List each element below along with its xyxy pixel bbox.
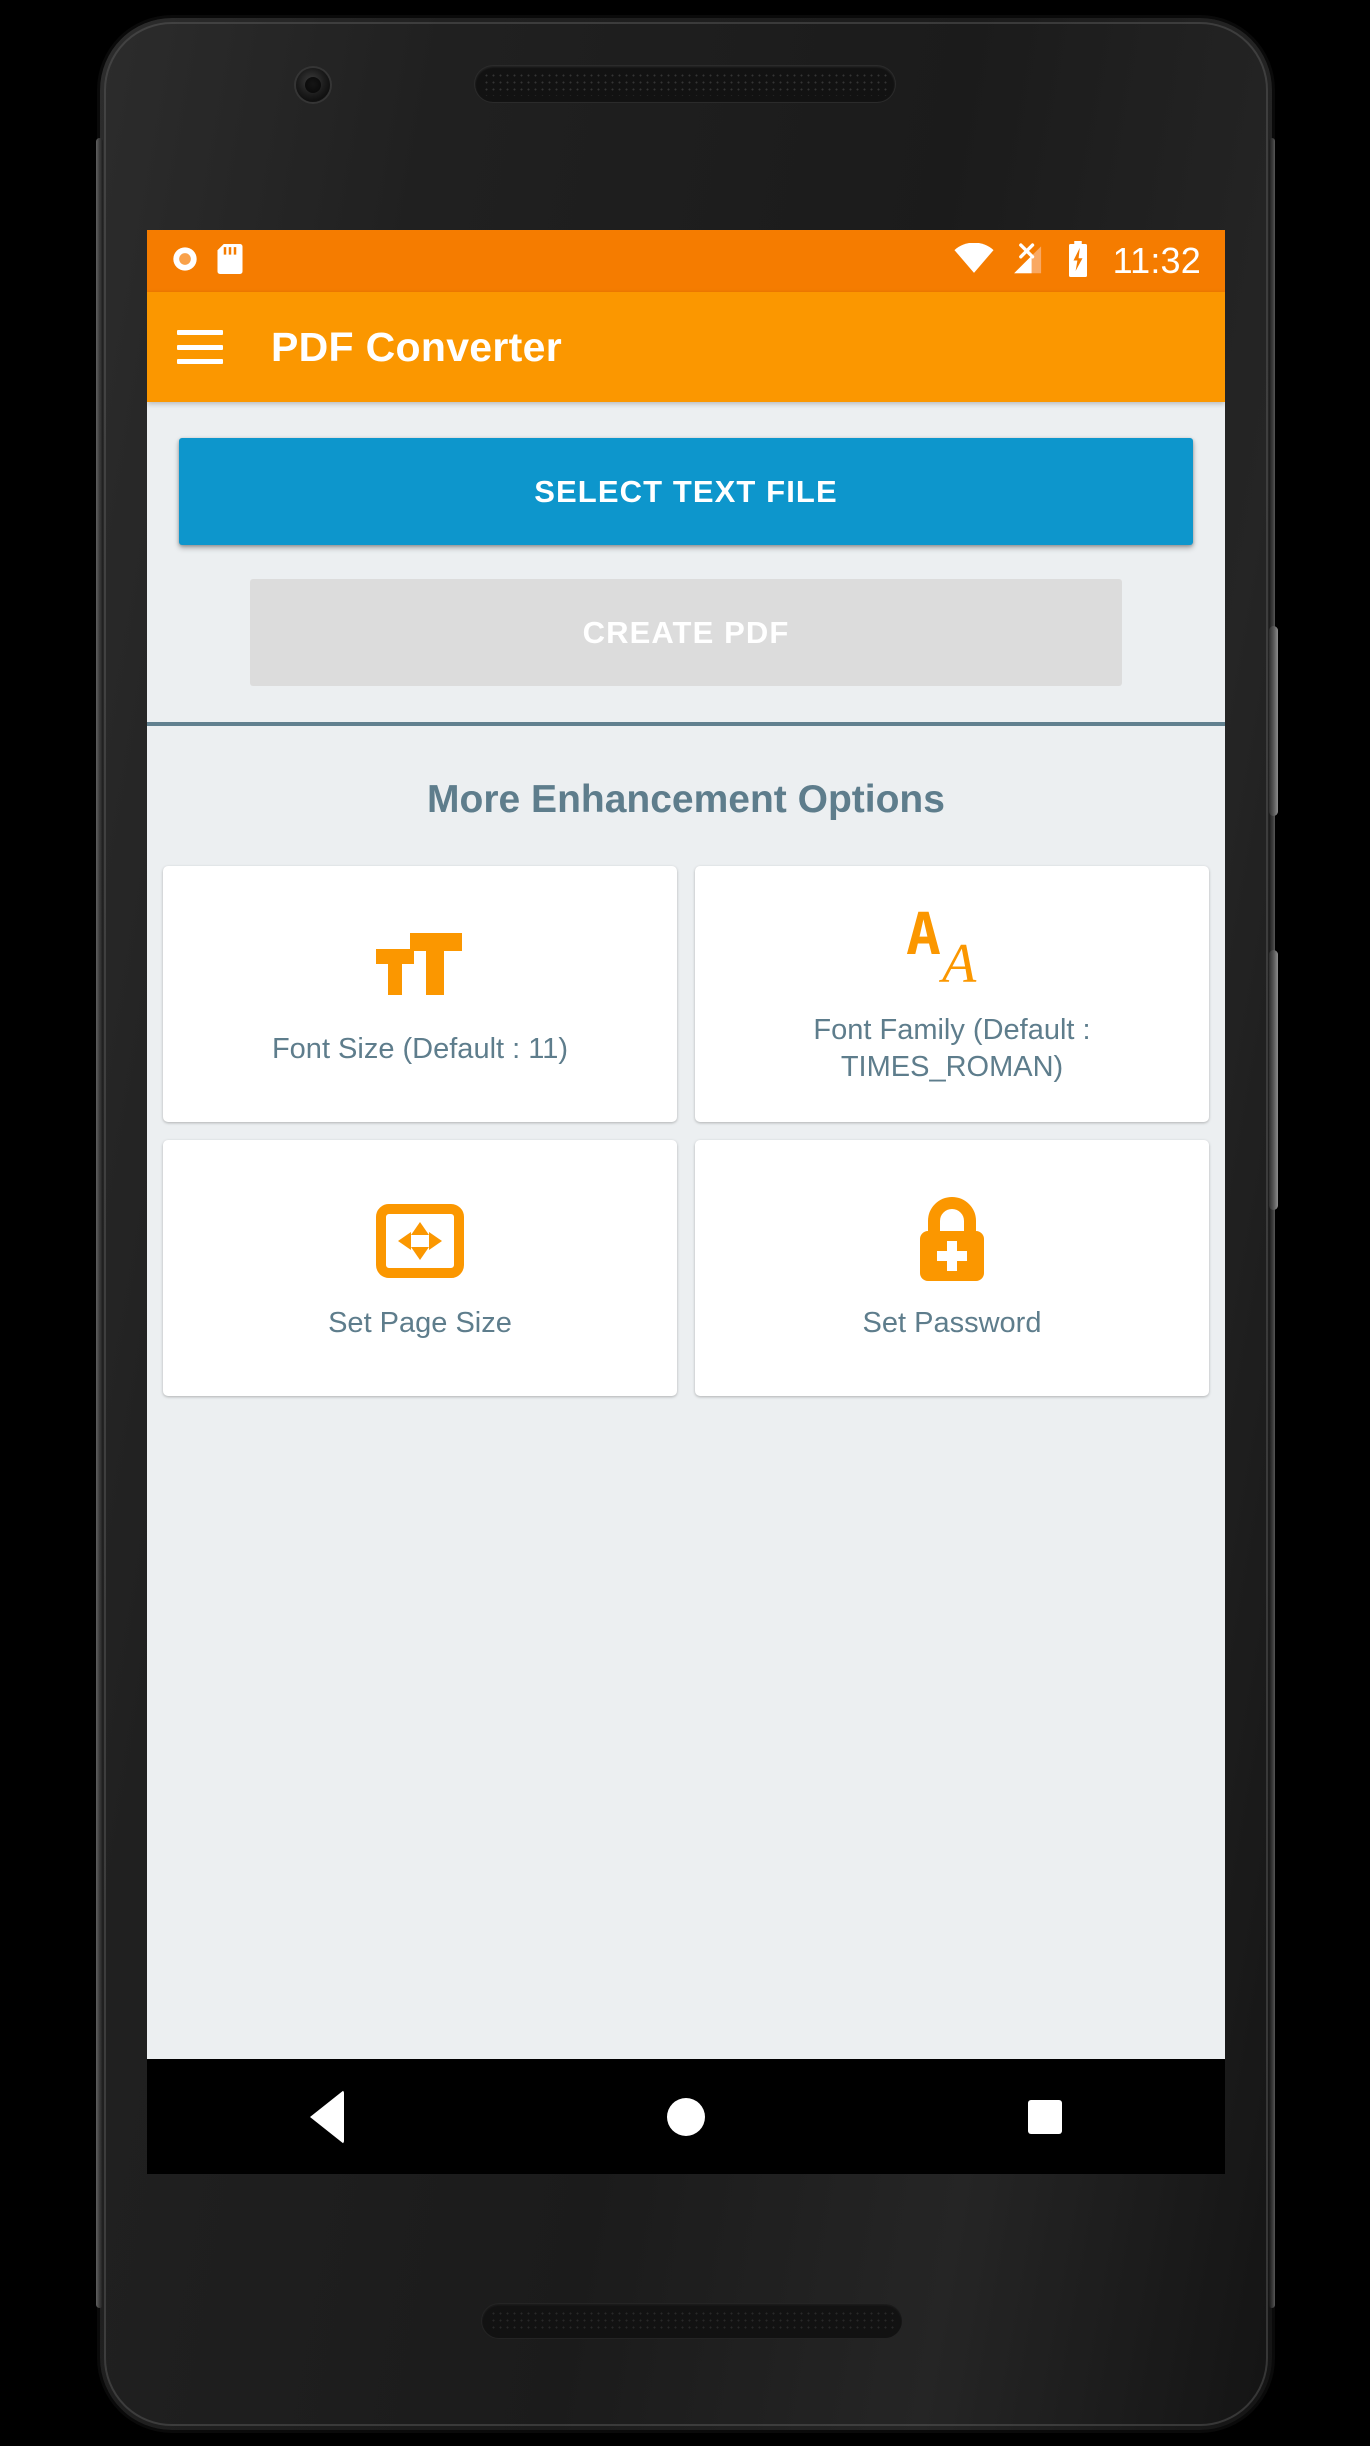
back-triangle-icon [309,2089,344,2144]
phone-device-frame: 11:32 PDF Converter SELECT TEXT FILE CRE… [96,18,1278,2430]
option-card-font-family[interactable]: A A Font Family (Default : TIMES_ROMAN) [695,866,1209,1122]
record-circle-icon [171,245,199,278]
frame-edge-left [96,138,103,2308]
create-pdf-button[interactable]: CREATE PDF [249,579,1123,686]
option-label: Font Size (Default : 11) [271,1032,569,1065]
battery-charging-icon [1066,240,1090,282]
page-title: PDF Converter [271,323,562,370]
hamburger-bar-3 [177,359,223,364]
option-card-font-size[interactable]: Font Size (Default : 11) [163,866,677,1122]
section-heading: More Enhancement Options [427,778,945,821]
nav-back-button[interactable] [247,2059,407,2174]
hamburger-bar-2 [177,344,223,350]
nav-recents-button[interactable] [965,2059,1125,2174]
option-label: Set Password [862,1306,1042,1339]
bottom-speaker [482,2304,902,2338]
enhancement-options-grid: Font Size (Default : 11) A A Font Family… [147,866,1225,1396]
svg-text:A: A [938,933,977,990]
no-sim-signal-icon [1011,242,1049,280]
earpiece-speaker [475,66,895,102]
option-label: Set Page Size [328,1306,512,1339]
option-card-set-password[interactable]: Set Password [695,1140,1209,1396]
frame-edge-right [1269,138,1275,2308]
lock-plus-icon [912,1195,992,1287]
format-size-icon [372,921,468,1013]
status-bar-notification-icons [171,243,243,279]
status-bar-system-icons: 11:32 [954,240,1201,282]
home-circle-icon [666,2097,705,2136]
sd-card-icon [217,243,243,279]
power-button[interactable] [1269,626,1278,816]
front-camera [296,68,330,102]
volume-button[interactable] [1269,950,1278,1210]
font-download-icon: A A [904,902,1000,994]
status-bar: 11:32 [147,230,1225,292]
hamburger-menu-icon[interactable] [177,330,223,364]
phone-screen: 11:32 PDF Converter SELECT TEXT FILE CRE… [147,230,1225,2174]
nav-home-button[interactable] [606,2059,766,2174]
android-navigation-bar [147,2059,1225,2174]
option-label: Font Family (Default : TIMES_ROMAN) [813,1014,1091,1083]
select-text-file-button[interactable]: SELECT TEXT FILE [179,438,1193,545]
create-pdf-button-wrapper: CREATE PDF [179,579,1193,686]
wifi-icon [954,242,994,280]
recents-square-icon [1028,2099,1063,2134]
hamburger-bar-1 [177,330,223,335]
action-panel: SELECT TEXT FILE CREATE PDF [147,402,1225,726]
page-size-arrows-icon [376,1195,464,1287]
option-card-page-size[interactable]: Set Page Size [163,1140,677,1396]
svg-text:A: A [906,906,941,968]
app-bar: PDF Converter [147,292,1225,402]
status-bar-clock: 11:32 [1112,240,1201,281]
